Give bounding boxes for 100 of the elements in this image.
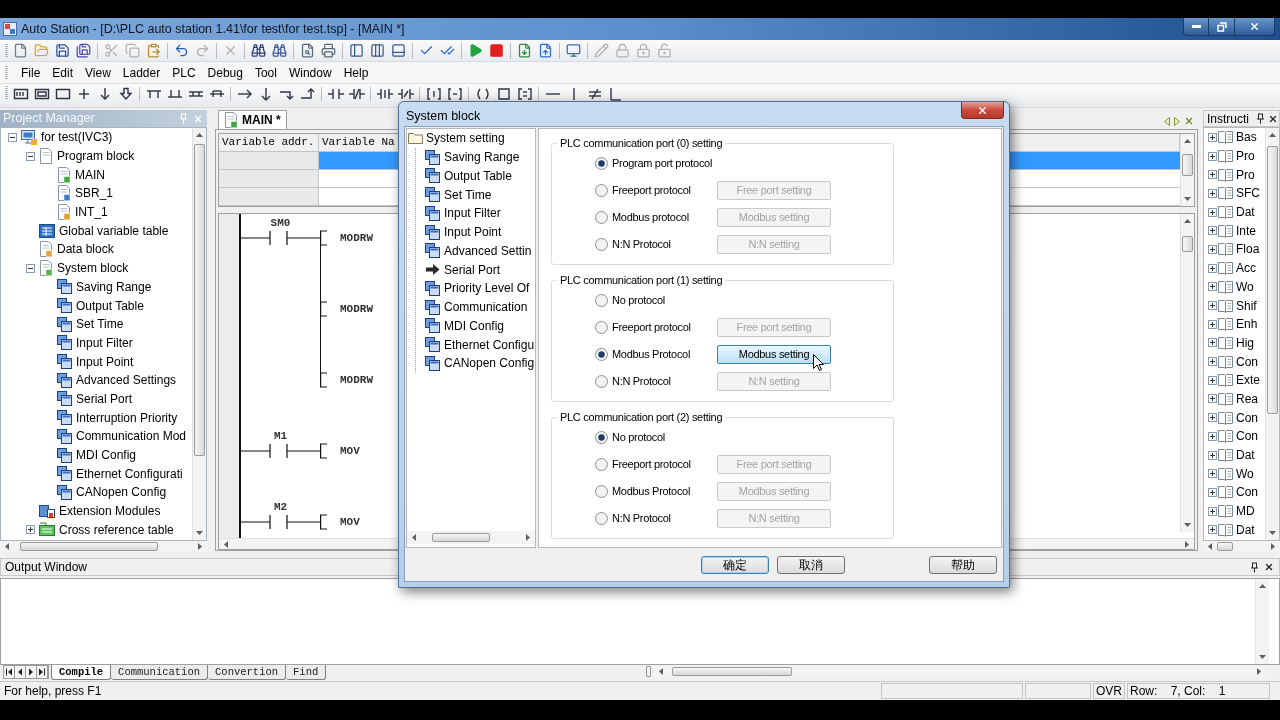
radio-option[interactable]: Freeport protocol <box>595 182 691 199</box>
tree-item[interactable]: Input Point <box>416 222 535 242</box>
expand-icon[interactable] <box>1208 525 1217 535</box>
tree-item[interactable]: Input Point <box>1 352 192 371</box>
grip-icon[interactable] <box>5 65 8 80</box>
radio-button-icon[interactable] <box>595 321 608 334</box>
vertical-scrollbar[interactable] <box>1265 128 1279 540</box>
dialog-button[interactable]: 确定 <box>701 555 769 574</box>
tree-item[interactable]: System block <box>1 258 192 278</box>
radio-button-icon[interactable] <box>595 211 608 224</box>
radio-button-icon[interactable] <box>595 238 608 251</box>
closed-contact-icon[interactable] <box>348 86 365 101</box>
grip-icon[interactable] <box>5 43 8 58</box>
pin-icon[interactable] <box>1250 561 1259 573</box>
not-equal-icon[interactable] <box>586 86 603 101</box>
expand-icon[interactable] <box>1208 450 1217 460</box>
expand-icon[interactable] <box>1208 170 1217 180</box>
page-down-arrow-icon[interactable] <box>517 43 532 58</box>
play-icon[interactable] <box>468 43 483 58</box>
bent-arrow-icon[interactable] <box>299 86 316 101</box>
vertical-scrollbar[interactable] <box>1180 134 1194 206</box>
radio-option[interactable]: Modbus Protocol <box>595 483 691 500</box>
dialog-button[interactable]: 帮助 <box>929 555 997 574</box>
collapse-icon[interactable] <box>8 132 17 142</box>
three-columns-icon[interactable] <box>370 43 385 58</box>
expand-icon[interactable] <box>1208 132 1217 142</box>
pin-icon[interactable] <box>1256 113 1265 124</box>
scroll-up-arrow-icon[interactable] <box>1269 133 1276 137</box>
tree-item[interactable]: MDI Config <box>1 445 192 465</box>
expand-icon[interactable] <box>1208 394 1217 404</box>
close-icon[interactable] <box>1264 562 1274 572</box>
scroll-left-arrow-icon[interactable] <box>224 540 228 548</box>
page-up-arrow-icon[interactable] <box>538 43 553 58</box>
coil-icon[interactable] <box>474 86 491 101</box>
tree-item[interactable]: Dat <box>1204 202 1265 222</box>
printer-icon[interactable] <box>321 43 336 58</box>
bracket-lines-icon[interactable] <box>516 86 533 101</box>
scrollbar-thumb[interactable] <box>1267 146 1278 414</box>
expand-icon[interactable] <box>1208 226 1217 236</box>
tree-item[interactable]: Output Table <box>416 166 535 186</box>
expand-icon[interactable] <box>1208 188 1217 198</box>
collapse-icon[interactable] <box>26 151 35 161</box>
scrollbar-thumb[interactable] <box>1182 236 1193 252</box>
tree-item[interactable]: Con <box>1204 483 1265 502</box>
dialog-button[interactable]: 取消 <box>777 555 845 574</box>
undo-icon[interactable] <box>174 43 189 58</box>
radio-button-icon[interactable] <box>595 458 608 471</box>
scrollbar-thumb[interactable] <box>20 542 158 551</box>
tree-item[interactable]: Shif <box>1204 296 1265 315</box>
vertical-scrollbar[interactable] <box>192 128 206 540</box>
tree-item[interactable]: MD <box>1204 501 1265 521</box>
restore-button[interactable] <box>1209 18 1235 36</box>
page-magnifier-icon[interactable] <box>300 43 315 58</box>
tree-item[interactable]: Exte <box>1204 370 1265 390</box>
tree-item[interactable]: Serial Port <box>1 389 192 409</box>
tree-item[interactable]: SBR_1 <box>1 184 192 203</box>
contact-icon[interactable] <box>376 86 393 101</box>
scroll-up-arrow-icon[interactable] <box>1259 584 1266 588</box>
radio-option[interactable]: Freeport protocol <box>595 319 691 336</box>
scrollbar-thumb[interactable] <box>1182 154 1193 176</box>
contact-icon[interactable] <box>327 86 344 101</box>
tree-item[interactable]: Con <box>1204 352 1265 371</box>
radio-option[interactable]: N:N Protocol <box>595 510 671 527</box>
menu-item[interactable]: Debug <box>201 62 249 83</box>
expand-icon[interactable] <box>1208 263 1217 273</box>
left-arrow-icon[interactable] <box>1164 116 1170 126</box>
tree-item[interactable]: Serial Port <box>416 260 535 279</box>
table-cell[interactable] <box>219 170 319 188</box>
scroll-down-arrow-icon[interactable] <box>1269 531 1276 535</box>
collapse-icon[interactable] <box>26 263 35 273</box>
scroll-up-arrow-icon[interactable] <box>1184 139 1191 143</box>
tree-item[interactable]: for test(IVC3) <box>1 128 192 147</box>
binoculars-icon[interactable] <box>272 43 287 58</box>
tree-item[interactable]: Input Filter <box>416 204 535 223</box>
tree-item[interactable]: Set Time <box>416 185 535 204</box>
tree-item[interactable]: Interruption Priority <box>1 408 192 427</box>
tree-item[interactable]: Bas <box>1204 128 1265 147</box>
scroll-down-arrow-icon[interactable] <box>1184 523 1191 527</box>
expand-icon[interactable] <box>1208 301 1217 311</box>
contact-icon[interactable] <box>397 86 414 101</box>
tree-item[interactable]: Pro <box>1204 165 1265 185</box>
expand-icon[interactable] <box>1208 207 1217 217</box>
radio-button-icon[interactable] <box>595 348 608 361</box>
tree-item[interactable]: Inte <box>1204 221 1265 241</box>
menu-item[interactable]: Edit <box>46 62 80 83</box>
menu-item[interactable]: Window <box>282 62 338 83</box>
close-icon[interactable] <box>1268 113 1278 124</box>
tree-item[interactable]: Rea <box>1204 389 1265 409</box>
ladder-view-icon[interactable] <box>12 86 29 101</box>
tree-item[interactable]: SFC <box>1204 184 1265 203</box>
bracket-coil-icon[interactable] <box>446 86 463 101</box>
expand-icon[interactable] <box>1208 469 1217 479</box>
hollow-down-arrow-icon[interactable] <box>117 86 134 101</box>
horizontal-scrollbar[interactable] <box>407 531 535 544</box>
expand-icon[interactable] <box>1208 375 1217 385</box>
vertical-scrollbar[interactable] <box>1255 579 1269 664</box>
corner-line-icon[interactable] <box>607 86 624 101</box>
left-panel-icon[interactable] <box>349 43 364 58</box>
expand-icon[interactable] <box>1208 319 1217 329</box>
expand-icon[interactable] <box>1208 282 1217 292</box>
